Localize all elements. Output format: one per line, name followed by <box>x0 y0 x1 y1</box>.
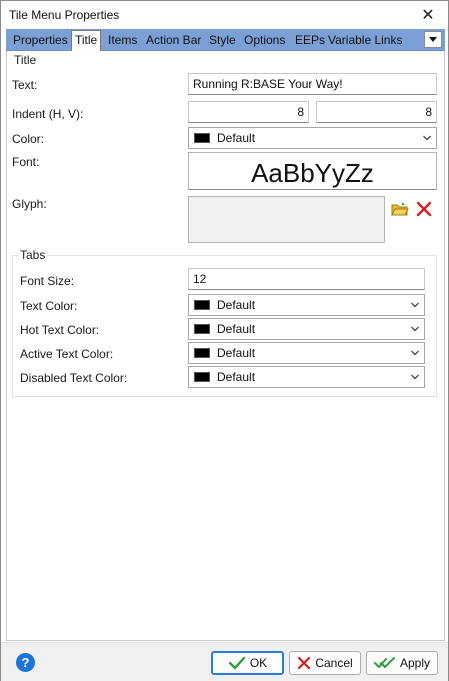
active-text-color-swatch <box>194 348 210 358</box>
text-color-label: Text Color: <box>20 299 78 313</box>
tab-eeps[interactable]: EEPs <box>292 31 328 51</box>
disabled-text-color-value: Default <box>217 370 256 384</box>
text-field[interactable]: Running R:BASE Your Way! <box>188 73 437 95</box>
glyph-label: Glyph: <box>12 197 47 211</box>
chevron-down-icon <box>411 326 419 332</box>
hot-text-color-value: Default <box>217 322 256 336</box>
tab-strip: Properties Title Items Action Bar Style … <box>6 29 445 52</box>
title-tab-panel: Title Text: Running R:BASE Your Way! Ind… <box>6 51 445 641</box>
tab-properties[interactable]: Properties <box>10 31 71 51</box>
double-checkmark-icon <box>373 657 395 668</box>
hot-text-color-swatch <box>194 324 210 334</box>
cancel-button[interactable]: Cancel <box>289 651 361 675</box>
tab-style[interactable]: Style <box>206 31 239 51</box>
indent-label: Indent (H, V): <box>12 107 84 121</box>
ok-button-label: OK <box>249 656 268 670</box>
cancel-x-icon <box>298 656 311 670</box>
chevron-down-icon <box>423 135 431 141</box>
dialog-footer: ? OK Cancel Apply <box>1 642 448 681</box>
close-icon[interactable]: ✕ <box>408 1 448 29</box>
active-text-color-value: Default <box>217 346 256 360</box>
text-color-select[interactable]: Default <box>188 294 425 316</box>
disabled-text-color-select[interactable]: Default <box>188 366 425 388</box>
indent-h-field[interactable]: 8 <box>188 101 309 123</box>
tab-options[interactable]: Options <box>241 31 288 51</box>
tab-scroll-dropdown-icon[interactable] <box>424 31 442 48</box>
chevron-down-icon <box>411 374 419 380</box>
delete-icon[interactable] <box>415 200 433 218</box>
tab-items[interactable]: Items <box>105 31 140 51</box>
chevron-down-icon <box>411 350 419 356</box>
open-folder-icon[interactable] <box>391 200 409 218</box>
tab-title[interactable]: Title <box>71 30 102 52</box>
help-icon[interactable]: ? <box>16 653 35 672</box>
checkmark-icon <box>228 656 246 670</box>
tabs-group-label: Tabs <box>18 248 48 262</box>
window-title: Tile Menu Properties <box>9 8 120 22</box>
dialog-window: Tile Menu Properties ✕ Properties Title … <box>0 0 449 681</box>
hot-text-color-label: Hot Text Color: <box>20 323 100 337</box>
tab-variable-links[interactable]: Variable Links <box>325 31 405 51</box>
active-text-color-label: Active Text Color: <box>20 347 114 361</box>
color-swatch <box>194 133 210 143</box>
tab-action-bar[interactable]: Action Bar <box>143 31 204 51</box>
apply-button[interactable]: Apply <box>366 651 438 675</box>
glyph-preview[interactable] <box>188 196 385 243</box>
active-text-color-select[interactable]: Default <box>188 342 425 364</box>
chevron-down-icon <box>411 302 419 308</box>
title-group-label: Title <box>12 53 39 67</box>
disabled-text-color-swatch <box>194 372 210 382</box>
font-size-field[interactable]: 12 <box>188 268 425 290</box>
disabled-text-color-label: Disabled Text Color: <box>20 371 128 385</box>
font-preview[interactable]: AaBbYyZz <box>188 152 437 190</box>
indent-v-field[interactable]: 8 <box>316 101 437 123</box>
text-label: Text: <box>12 78 38 92</box>
font-size-label: Font Size: <box>20 274 75 288</box>
color-select[interactable]: Default <box>188 127 437 149</box>
font-label: Font: <box>12 155 40 169</box>
text-color-swatch <box>194 300 210 310</box>
cancel-button-label: Cancel <box>315 656 353 670</box>
color-label: Color: <box>12 132 45 146</box>
color-select-value: Default <box>217 131 256 145</box>
title-bar: Tile Menu Properties ✕ <box>1 1 448 29</box>
ok-button[interactable]: OK <box>211 651 284 675</box>
text-color-value: Default <box>217 298 256 312</box>
hot-text-color-select[interactable]: Default <box>188 318 425 340</box>
apply-button-label: Apply <box>399 656 431 670</box>
